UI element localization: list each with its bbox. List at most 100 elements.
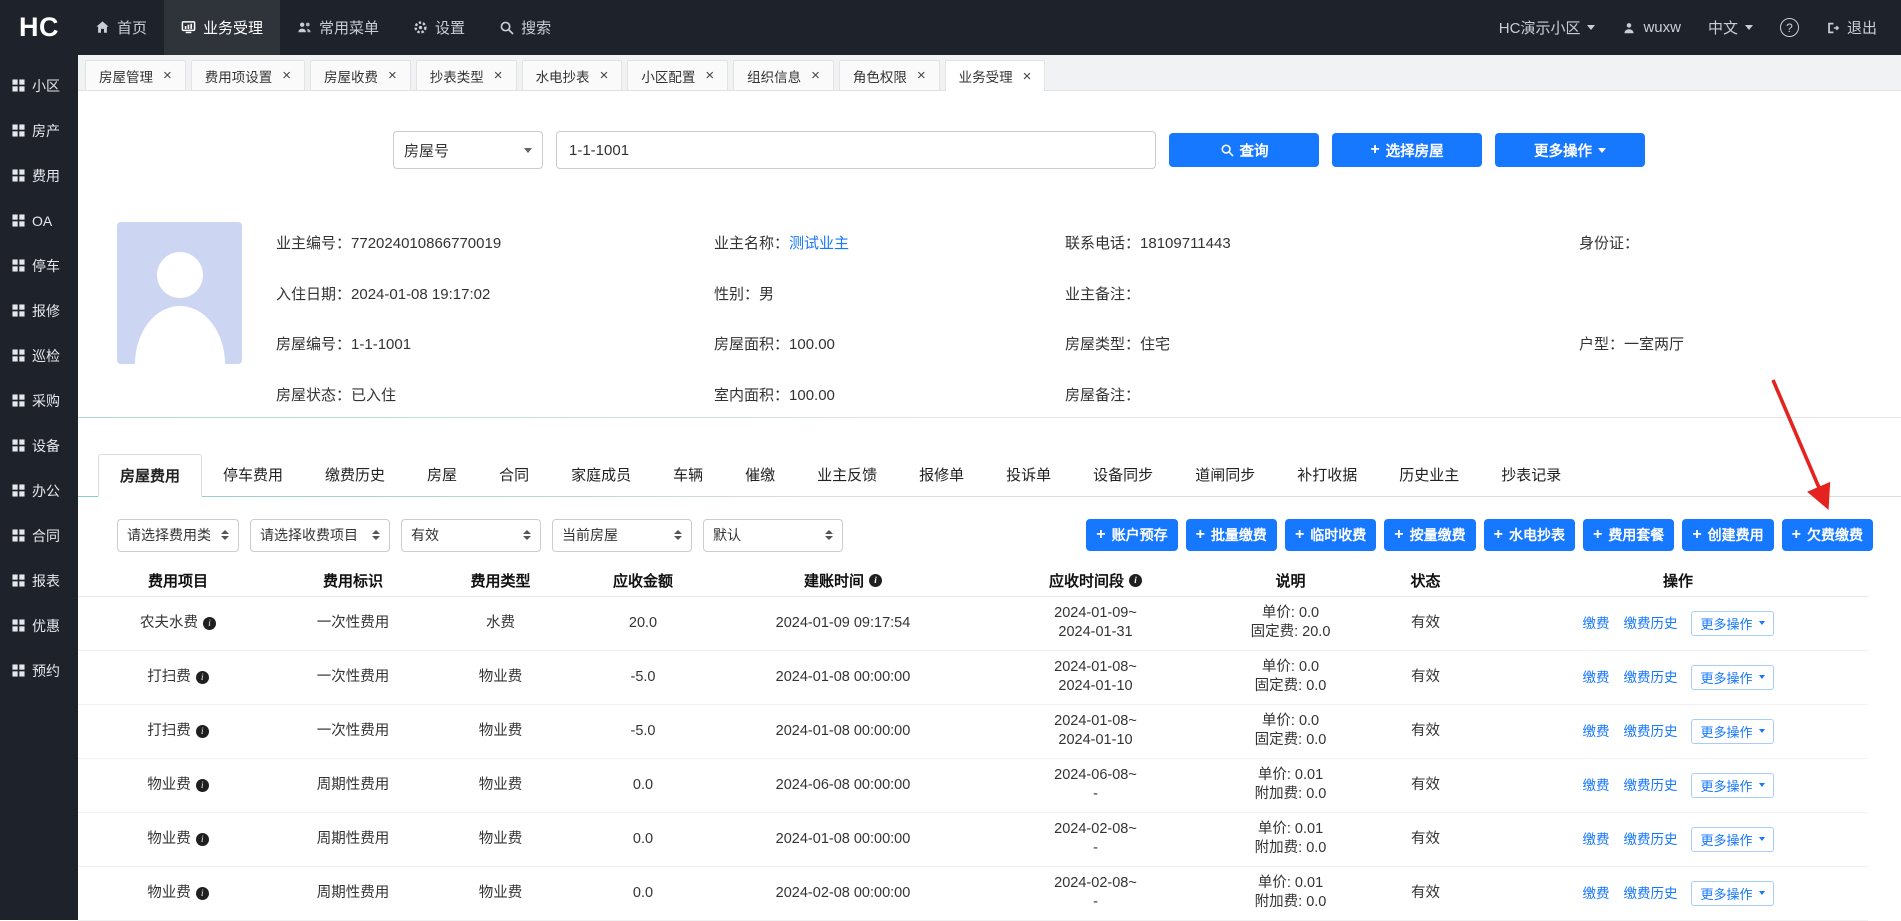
info-icon[interactable]: i xyxy=(196,779,209,792)
sidebar-item-fee[interactable]: 费用 xyxy=(0,153,78,198)
batch-pay-button[interactable]: +批量缴费 xyxy=(1186,519,1277,551)
sidebar-item-report[interactable]: 报表 xyxy=(0,558,78,603)
detail-tab-contract[interactable]: 合同 xyxy=(478,454,550,497)
detail-tab-family-members[interactable]: 家庭成员 xyxy=(550,454,652,497)
detail-tab-repair-orders[interactable]: 报修单 xyxy=(898,454,985,497)
detail-tab-owner-feedback[interactable]: 业主反馈 xyxy=(796,454,898,497)
pay-history-link[interactable]: 缴费历史 xyxy=(1623,722,1677,741)
workspace-tab-utility-meter[interactable]: 水电抄表× xyxy=(522,60,623,90)
detail-tab-collection[interactable]: 催缴 xyxy=(724,454,796,497)
detail-tab-reprint-receipt[interactable]: 补打收据 xyxy=(1276,454,1378,497)
info-icon[interactable]: i xyxy=(196,833,209,846)
sidebar-item-equipment[interactable]: 设备 xyxy=(0,423,78,468)
workspace-tab-house-management[interactable]: 房屋管理× xyxy=(85,60,186,90)
pay-history-link[interactable]: 缴费历史 xyxy=(1623,776,1677,795)
workspace-tab-business-acceptance[interactable]: 业务受理× xyxy=(945,60,1046,91)
language-selector[interactable]: 中文 xyxy=(1708,17,1753,38)
search-field-select[interactable]: 房屋号 xyxy=(393,131,543,169)
pay-link[interactable]: 缴费 xyxy=(1582,776,1609,795)
pay-link[interactable]: 缴费 xyxy=(1582,830,1609,849)
community-selector[interactable]: HC演示小区 xyxy=(1499,17,1596,38)
close-icon[interactable]: × xyxy=(600,68,609,83)
sidebar-item-repair[interactable]: 报修 xyxy=(0,288,78,333)
close-icon[interactable]: × xyxy=(282,68,291,83)
detail-tab-complaint-orders[interactable]: 投诉单 xyxy=(985,454,1072,497)
current-user[interactable]: wuxw xyxy=(1622,19,1681,36)
sidebar-item-community[interactable]: 小区 xyxy=(0,63,78,108)
row-more-actions-button[interactable]: 更多操作 xyxy=(1691,611,1773,636)
usage-pay-button[interactable]: +按量缴费 xyxy=(1384,519,1475,551)
sidebar-item-parking[interactable]: 停车 xyxy=(0,243,78,288)
sidebar-item-oa[interactable]: OA xyxy=(0,198,78,243)
row-more-actions-button[interactable]: 更多操作 xyxy=(1691,665,1773,690)
nav-item-home[interactable]: 首页 xyxy=(78,0,164,55)
create-fee-button[interactable]: +创建费用 xyxy=(1682,519,1773,551)
pay-history-link[interactable]: 缴费历史 xyxy=(1623,614,1677,633)
row-more-actions-button[interactable]: 更多操作 xyxy=(1691,827,1773,852)
detail-tab-house[interactable]: 房屋 xyxy=(406,454,478,497)
sidebar-item-office[interactable]: 办公 xyxy=(0,468,78,513)
query-button[interactable]: 查询 xyxy=(1169,133,1319,167)
info-icon[interactable]: i xyxy=(869,574,882,587)
sidebar-item-contract[interactable]: 合同 xyxy=(0,513,78,558)
nav-item-common-menu[interactable]: 常用菜单 xyxy=(280,0,396,55)
account-deposit-button[interactable]: +账户预存 xyxy=(1086,519,1177,551)
arrears-pay-button[interactable]: +欠费缴费 xyxy=(1782,519,1873,551)
sidebar-item-reservation[interactable]: 预约 xyxy=(0,648,78,693)
nav-item-settings[interactable]: 设置 xyxy=(396,0,482,55)
close-icon[interactable]: × xyxy=(811,68,820,83)
detail-tab-house-fee[interactable]: 房屋费用 xyxy=(98,454,202,497)
sidebar-item-purchase[interactable]: 采购 xyxy=(0,378,78,423)
workspace-tab-community-config[interactable]: 小区配置× xyxy=(627,60,728,90)
pay-link[interactable]: 缴费 xyxy=(1582,668,1609,687)
house-number-input[interactable] xyxy=(556,131,1156,169)
workspace-tab-fee-item-settings[interactable]: 费用项设置× xyxy=(191,60,305,90)
close-icon[interactable]: × xyxy=(917,68,926,83)
info-icon[interactable]: i xyxy=(196,887,209,900)
detail-tab-device-sync[interactable]: 设备同步 xyxy=(1072,454,1174,497)
more-actions-button[interactable]: 更多操作 xyxy=(1495,133,1645,167)
info-icon[interactable]: i xyxy=(1129,574,1142,587)
close-icon[interactable]: × xyxy=(388,68,397,83)
detail-tab-vehicles[interactable]: 车辆 xyxy=(652,454,724,497)
info-icon[interactable]: i xyxy=(196,725,209,738)
pay-history-link[interactable]: 缴费历史 xyxy=(1623,884,1677,903)
sidebar-item-property[interactable]: 房产 xyxy=(0,108,78,153)
sidebar-item-inspection[interactable]: 巡检 xyxy=(0,333,78,378)
brand-logo[interactable]: HC xyxy=(0,12,78,43)
detail-tab-meter-records[interactable]: 抄表记录 xyxy=(1480,454,1582,497)
pay-link[interactable]: 缴费 xyxy=(1582,614,1609,633)
pay-link[interactable]: 缴费 xyxy=(1582,884,1609,903)
select-house-button[interactable]: + 选择房屋 xyxy=(1332,133,1482,167)
workspace-tab-organization-info[interactable]: 组织信息× xyxy=(733,60,834,90)
nav-item-search[interactable]: 搜索 xyxy=(482,0,568,55)
help-button[interactable]: ? xyxy=(1780,18,1799,37)
close-icon[interactable]: × xyxy=(1023,69,1032,84)
sidebar-item-discount[interactable]: 优惠 xyxy=(0,603,78,648)
info-icon[interactable]: i xyxy=(196,671,209,684)
close-icon[interactable]: × xyxy=(705,68,714,83)
workspace-tab-house-charging[interactable]: 房屋收费× xyxy=(310,60,411,90)
fee-package-button[interactable]: +费用套餐 xyxy=(1583,519,1674,551)
row-more-actions-button[interactable]: 更多操作 xyxy=(1691,773,1773,798)
temp-charge-button[interactable]: +临时收费 xyxy=(1285,519,1376,551)
detail-tab-gate-sync[interactable]: 道闸同步 xyxy=(1174,454,1276,497)
owner-name-link[interactable]: 测试业主 xyxy=(789,235,849,252)
detail-tab-parking-fee[interactable]: 停车费用 xyxy=(202,454,304,497)
row-more-actions-button[interactable]: 更多操作 xyxy=(1691,881,1773,906)
pay-history-link[interactable]: 缴费历史 xyxy=(1623,830,1677,849)
fee-class-select[interactable]: 请选择费用类 xyxy=(117,519,239,552)
workspace-tab-role-permission[interactable]: 角色权限× xyxy=(839,60,940,90)
row-more-actions-button[interactable]: 更多操作 xyxy=(1691,719,1773,744)
detail-tab-history-owners[interactable]: 历史业主 xyxy=(1378,454,1480,497)
info-icon[interactable]: i xyxy=(203,617,216,630)
logout-button[interactable]: 退出 xyxy=(1826,17,1877,38)
nav-item-business-acceptance[interactable]: 业务受理 xyxy=(164,0,280,55)
detail-tab-payment-history[interactable]: 缴费历史 xyxy=(304,454,406,497)
close-icon[interactable]: × xyxy=(163,68,172,83)
utility-meter-button[interactable]: +水电抄表 xyxy=(1484,519,1575,551)
mode-select[interactable]: 默认 xyxy=(703,519,843,552)
fee-item-select[interactable]: 请选择收费项目 xyxy=(250,519,390,552)
close-icon[interactable]: × xyxy=(494,68,503,83)
workspace-tab-meter-type[interactable]: 抄表类型× xyxy=(416,60,517,90)
